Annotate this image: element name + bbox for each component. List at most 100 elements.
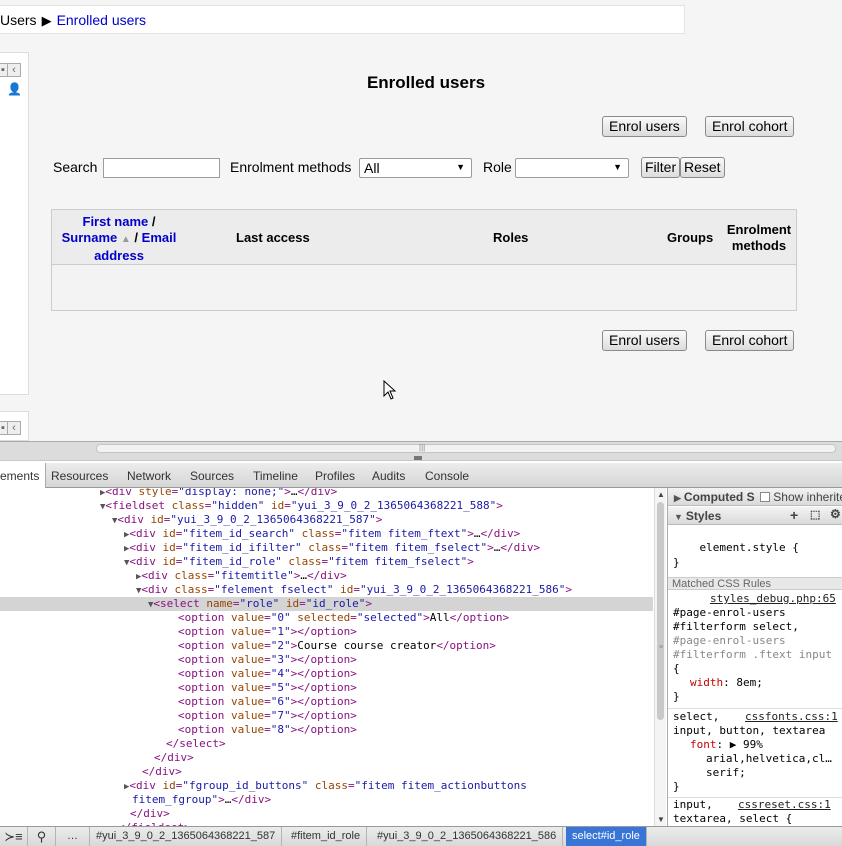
search-input[interactable] bbox=[103, 158, 220, 178]
dom-token: "fitem fitem_ftext" bbox=[341, 527, 468, 540]
breadcrumb-users[interactable]: Users bbox=[0, 12, 37, 28]
element-style-rule[interactable]: element.style { bbox=[673, 527, 799, 569]
dom-node-line[interactable]: </div> bbox=[0, 807, 653, 821]
role-select[interactable]: ▼ bbox=[515, 158, 629, 178]
dom-node-line[interactable]: ▼<div id="yui_3_9_0_2_1365064368221_587"… bbox=[0, 513, 653, 527]
block-collapse-icon-2[interactable]: ‹ bbox=[7, 421, 21, 435]
dom-token: </div> bbox=[297, 488, 338, 498]
new-style-rule-icon[interactable]: + bbox=[790, 507, 798, 523]
rule1-source[interactable]: styles_debug.php:65 bbox=[710, 592, 836, 605]
dom-token: "6" bbox=[270, 695, 291, 708]
dom-node-content: ▶<div id="fgroup_id_buttons" class="fite… bbox=[124, 779, 527, 794]
scroll-thumb[interactable] bbox=[657, 502, 664, 720]
dom-crumb-1[interactable]: #yui_3_9_0_2_1365064368221_587 bbox=[90, 827, 283, 846]
dom-node-content: ▼<div class="felement fselect" id="yui_3… bbox=[136, 583, 572, 598]
add-user-icon[interactable]: 👤 bbox=[7, 82, 22, 96]
dom-node-line[interactable]: <option value="1"></option> bbox=[0, 625, 653, 639]
dom-crumb-3[interactable]: #yui_3_9_0_2_1365064368221_586 bbox=[371, 827, 564, 846]
rule1-source-link[interactable]: styles_debug.php:65 bbox=[710, 592, 836, 606]
breadcrumb: Users ▶ Enrolled users bbox=[0, 5, 685, 34]
dom-tree-scrollbar[interactable]: ▲ ≡ ▼ bbox=[654, 488, 666, 826]
sort-firstname-link[interactable]: First name bbox=[83, 214, 149, 229]
rule3-source[interactable]: cssreset.css:1 bbox=[738, 798, 831, 811]
tab-resources[interactable]: Resources bbox=[51, 469, 108, 483]
gear-icon[interactable]: ⚙ bbox=[830, 507, 841, 521]
dom-node-content: <option value="5"></option> bbox=[178, 681, 357, 695]
dom-node-line[interactable]: </div> bbox=[0, 751, 653, 765]
dom-crumb-2[interactable]: #fitem_id_role bbox=[285, 827, 368, 846]
dom-node-line[interactable]: ▼<select name="role" id="id_role"> bbox=[0, 597, 653, 611]
dom-node-line[interactable]: fitem_fgroup">…</div> bbox=[0, 793, 653, 807]
console-drawer-icon[interactable]: ≻≡ bbox=[0, 827, 28, 846]
dom-token: </div> bbox=[130, 807, 170, 820]
dom-token: value bbox=[230, 695, 265, 708]
more-crumbs-icon[interactable]: … bbox=[56, 827, 90, 846]
dom-token: id bbox=[162, 555, 176, 568]
dom-node-content: </div> bbox=[154, 751, 194, 765]
computed-style-header[interactable]: ▶ Computed S Show inherite bbox=[668, 488, 842, 506]
dom-node-line[interactable]: </select> bbox=[0, 737, 653, 751]
dom-node-content: </div> bbox=[130, 807, 170, 821]
dom-node-line[interactable]: ▼<div id="fitem_id_role" class="fitem fi… bbox=[0, 555, 653, 569]
dom-node-line[interactable]: ▶<div class="fitemtitle">…</div> bbox=[0, 569, 653, 583]
page-horizontal-scrollbar[interactable]: ||| bbox=[96, 443, 836, 453]
sort-email-link[interactable]: Email bbox=[142, 230, 177, 245]
tab-elements[interactable]: ements bbox=[0, 463, 47, 488]
dom-node-line[interactable]: <option value="8"></option> bbox=[0, 723, 653, 737]
enrol-cohort-button-bottom[interactable]: Enrol cohort bbox=[705, 330, 795, 351]
dom-node-line[interactable]: <option value="6"></option> bbox=[0, 695, 653, 709]
enrol-cohort-button[interactable]: Enrol cohort bbox=[705, 116, 795, 137]
dom-node-line[interactable]: <option value="4"></option> bbox=[0, 667, 653, 681]
scroll-up-icon[interactable]: ▲ bbox=[657, 490, 665, 499]
dom-node-line[interactable]: <option value="7"></option> bbox=[0, 709, 653, 723]
enrol-users-button-bottom[interactable]: Enrol users bbox=[602, 330, 687, 351]
enrol-users-button[interactable]: Enrol users bbox=[602, 116, 687, 137]
tab-timeline[interactable]: Timeline bbox=[253, 469, 298, 483]
rule2-source[interactable]: cssfonts.css:1 bbox=[745, 710, 838, 723]
search-icon[interactable]: ⚲ bbox=[28, 827, 56, 846]
dom-node-line[interactable]: ▶<div style="display: none;">…</div> bbox=[0, 488, 653, 499]
dom-node-line[interactable]: <option value="5"></option> bbox=[0, 681, 653, 695]
show-inherited-checkbox[interactable] bbox=[759, 492, 770, 502]
block-collapse-icon[interactable]: ‹ bbox=[7, 63, 21, 77]
mouse-cursor-icon bbox=[383, 380, 397, 400]
tab-profiles[interactable]: Profiles bbox=[315, 469, 355, 483]
dom-token: <div bbox=[141, 569, 175, 582]
dom-node-line[interactable]: ▶<div id="fitem_id_search" class="fitem … bbox=[0, 527, 653, 541]
dom-node-line[interactable]: ▼<div class="felement fselect" id="yui_3… bbox=[0, 583, 653, 597]
enrolment-methods-select[interactable]: All ▼ bbox=[359, 158, 472, 178]
page-title: Enrolled users bbox=[366, 73, 486, 92]
sort-email-address-link[interactable]: address bbox=[94, 248, 144, 263]
dom-node-line[interactable]: <option value="2">Course course creator<… bbox=[0, 639, 653, 653]
rule1-declaration[interactable]: width: 8em; bbox=[690, 676, 763, 690]
styles-header[interactable]: ▼ Styles + ⬚ ⚙ bbox=[668, 507, 842, 525]
dom-token: id bbox=[162, 527, 176, 540]
toggle-element-state-icon[interactable]: ⬚ bbox=[810, 508, 820, 521]
rule2-source-link[interactable]: cssfonts.css:1 bbox=[745, 710, 838, 724]
dom-token bbox=[308, 779, 315, 792]
sort-surname-link[interactable]: Surname bbox=[62, 230, 118, 245]
reset-button[interactable]: Reset bbox=[680, 157, 725, 178]
dom-token: selected bbox=[297, 611, 351, 624]
dom-token: "hidden" bbox=[211, 499, 265, 512]
dom-node-line[interactable]: </div> bbox=[0, 765, 653, 779]
scroll-down-icon[interactable]: ▼ bbox=[657, 815, 665, 824]
dom-crumb-4[interactable]: select#id_role bbox=[566, 827, 647, 846]
dom-token: = bbox=[284, 499, 291, 512]
dom-node-line[interactable]: ▶<div id="fitem_id_ifilter" class="fitem… bbox=[0, 541, 653, 555]
tab-audits[interactable]: Audits bbox=[372, 469, 405, 483]
tab-network[interactable]: Network bbox=[127, 469, 171, 483]
tab-sources[interactable]: Sources bbox=[190, 469, 234, 483]
dom-node-line[interactable]: <option value="0" selected="selected">Al… bbox=[0, 611, 653, 625]
filter-button[interactable]: Filter bbox=[641, 157, 681, 178]
dom-node-line[interactable]: ▼<fieldset class="hidden" id="yui_3_9_0_… bbox=[0, 499, 653, 513]
dom-node-line[interactable]: ▶<div id="fgroup_id_buttons" class="fite… bbox=[0, 779, 653, 793]
rule2-declaration[interactable]: font: ▶ 99% bbox=[690, 738, 763, 752]
dom-node-line[interactable]: <option value="3"></option> bbox=[0, 653, 653, 667]
breadcrumb-enrolled-users[interactable]: Enrolled users bbox=[57, 12, 147, 28]
dom-token: value bbox=[230, 667, 265, 680]
rule3-source-link[interactable]: cssreset.css:1 bbox=[738, 798, 831, 812]
tab-console[interactable]: Console bbox=[425, 469, 469, 483]
search-label: Search bbox=[53, 159, 98, 175]
scroll-grip-icon: ||| bbox=[419, 443, 426, 452]
